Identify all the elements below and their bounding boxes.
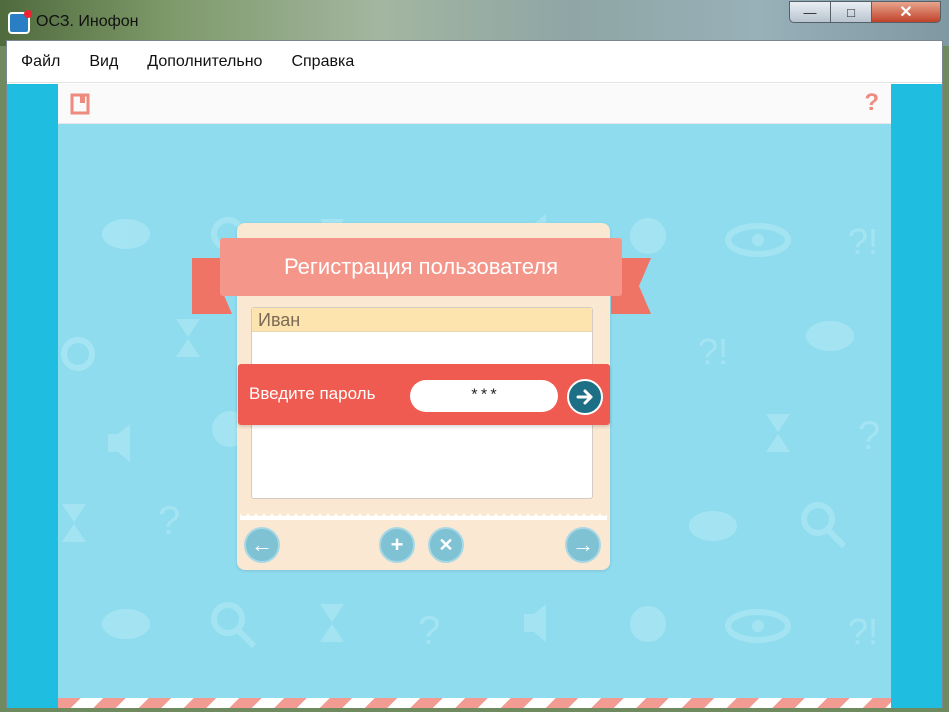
next-button[interactable]: → — [565, 527, 601, 563]
help-icon[interactable]: ? — [864, 89, 879, 117]
window-frame: Файл Вид Дополнительно Справка ? ?! ?! ?… — [6, 40, 943, 708]
menu-extra[interactable]: Дополнительно — [147, 53, 262, 71]
svg-text:?!: ?! — [848, 611, 878, 652]
book-icon[interactable] — [70, 93, 90, 121]
svg-text:?!: ?! — [848, 221, 878, 262]
menu-view[interactable]: Вид — [89, 53, 118, 71]
menu-help[interactable]: Справка — [291, 53, 354, 71]
app-area: ? ? ?! ?! — [7, 84, 942, 708]
minimize-button[interactable]: — — [789, 1, 831, 23]
arrow-right-icon[interactable] — [567, 379, 603, 415]
user-list-item[interactable]: Иван — [252, 308, 592, 332]
bottom-stripe — [58, 698, 891, 708]
card-zigzag-edge — [240, 512, 607, 520]
menu-file[interactable]: Файл — [21, 53, 60, 71]
back-button[interactable]: ← — [244, 527, 280, 563]
app-toolbar: ? — [58, 84, 891, 124]
maximize-button[interactable]: □ — [830, 1, 872, 23]
svg-text:?!: ?! — [698, 331, 728, 372]
add-user-button[interactable]: + — [379, 527, 415, 563]
menu-bar: Файл Вид Дополнительно Справка — [7, 41, 942, 83]
svg-text:?: ? — [418, 609, 440, 653]
svg-text:?: ? — [858, 414, 880, 458]
delete-user-button[interactable]: ✕ — [428, 527, 464, 563]
dialog-title: Регистрация пользователя — [283, 254, 559, 279]
svg-text:?: ? — [158, 499, 180, 543]
window-title: ОСЗ. Инофон — [36, 13, 139, 30]
password-label: Введите пароль — [249, 384, 376, 403]
password-input[interactable] — [410, 380, 558, 412]
app-icon — [8, 10, 32, 34]
close-button[interactable]: ✕ — [871, 1, 941, 23]
